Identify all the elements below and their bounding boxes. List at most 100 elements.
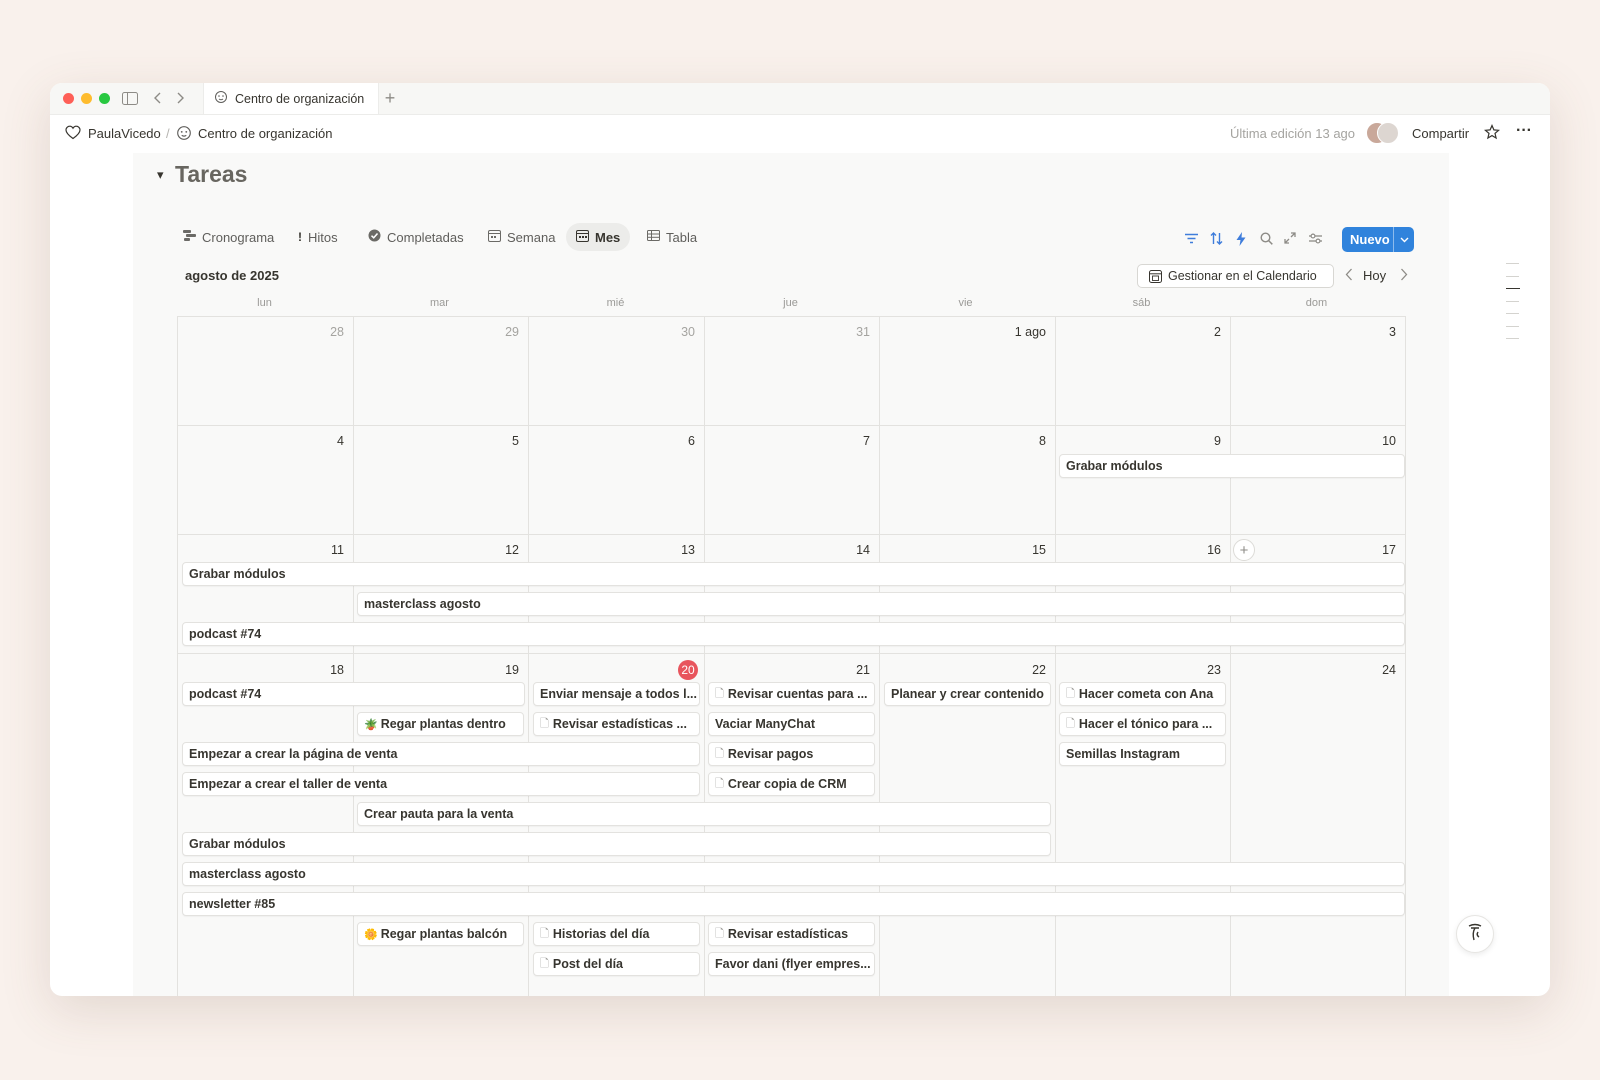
day-number[interactable]: 5 <box>459 434 519 448</box>
outline-marker[interactable] <box>1506 338 1519 339</box>
day-number[interactable]: 7 <box>810 434 870 448</box>
tab-mes[interactable]: Mes <box>566 223 631 251</box>
sort-icon[interactable] <box>1210 232 1223 248</box>
calendar-event[interactable]: Empezar a crear el taller de venta <box>182 772 700 796</box>
star-icon[interactable] <box>1483 123 1501 143</box>
tab-cronograma[interactable]: Cronograma <box>173 223 284 251</box>
new-button[interactable]: Nuevo <box>1342 227 1414 252</box>
outline-marker[interactable] <box>1506 263 1519 264</box>
day-number[interactable]: 15 <box>986 543 1046 557</box>
new-tab-button[interactable]: + <box>380 88 400 108</box>
tab-completadas[interactable]: Completadas <box>358 223 474 251</box>
day-number[interactable]: 29 <box>459 325 519 339</box>
chevron-down-icon[interactable] <box>1393 227 1414 252</box>
sidebar-toggle-icon[interactable] <box>120 88 140 108</box>
calendar-event[interactable]: 🗋 Revisar estadísticas <box>708 922 875 946</box>
today-indicator[interactable]: 20 <box>678 660 698 680</box>
calendar-event[interactable]: Grabar módulos <box>182 832 1051 856</box>
calendar-event[interactable]: Vaciar ManyChat <box>708 712 875 736</box>
day-number[interactable]: 10 <box>1336 434 1396 448</box>
calendar-event[interactable]: Grabar módulos <box>1059 454 1405 478</box>
calendar-event[interactable]: 🪴 Regar plantas dentro <box>357 712 524 736</box>
calendar-event[interactable]: Favor dani (flyer empres... <box>708 952 875 976</box>
calendar-event[interactable]: Empezar a crear la página de venta <box>182 742 700 766</box>
day-number[interactable]: 4 <box>284 434 344 448</box>
calendar-event[interactable]: Planear y crear contenido <box>884 682 1051 706</box>
day-number[interactable]: 11 <box>284 543 344 557</box>
ai-assistant-button[interactable] <box>1456 915 1494 953</box>
day-number[interactable]: 9 <box>1161 434 1221 448</box>
document-icon: 🗋 <box>715 927 724 940</box>
forward-icon[interactable] <box>171 88 191 108</box>
minimize-window-button[interactable] <box>81 93 92 104</box>
calendar-event[interactable]: masterclass agosto <box>182 862 1405 886</box>
calendar-event[interactable]: Semillas Instagram <box>1059 742 1226 766</box>
chevron-right-icon[interactable] <box>1400 268 1408 286</box>
share-button[interactable]: Compartir <box>1412 126 1469 141</box>
calendar-event[interactable]: Crear pauta para la venta <box>357 802 1051 826</box>
chevron-left-icon[interactable] <box>1345 268 1353 286</box>
browser-tab[interactable]: Centro de organización <box>203 83 379 114</box>
day-number[interactable]: 6 <box>635 434 695 448</box>
breadcrumb-page[interactable]: Centro de organización <box>198 126 332 141</box>
calendar-event[interactable]: Grabar módulos <box>182 562 1405 586</box>
outline-marker[interactable] <box>1506 288 1520 289</box>
search-icon[interactable] <box>1260 232 1273 248</box>
day-number[interactable]: 18 <box>284 663 344 677</box>
maximize-window-button[interactable] <box>99 93 110 104</box>
day-number[interactable]: 31 <box>810 325 870 339</box>
day-number[interactable]: 24 <box>1336 663 1396 677</box>
day-number[interactable]: 1 ago <box>986 325 1046 339</box>
avatar[interactable] <box>1377 122 1399 144</box>
breadcrumb-workspace[interactable]: PaulaVicedo <box>88 126 161 141</box>
day-number[interactable]: 22 <box>986 663 1046 677</box>
section-toggle-icon[interactable]: ▾ <box>157 167 164 183</box>
day-number[interactable]: 23 <box>1161 663 1221 677</box>
day-number[interactable]: 19 <box>459 663 519 677</box>
calendar-event[interactable]: 🗋 Hacer cometa con Ana <box>1059 682 1226 706</box>
tab-hitos[interactable]: ! Hitos <box>288 223 348 251</box>
day-number[interactable]: 17 <box>1336 543 1396 557</box>
day-number[interactable]: 12 <box>459 543 519 557</box>
day-number[interactable]: 8 <box>986 434 1046 448</box>
calendar-event[interactable]: Enviar mensaje a todos l... <box>533 682 700 706</box>
tab-semana[interactable]: Semana <box>478 223 565 251</box>
day-number[interactable]: 28 <box>284 325 344 339</box>
calendar-event[interactable]: podcast #74 <box>182 622 1405 646</box>
calendar-event[interactable]: podcast #74 <box>182 682 525 706</box>
outline-marker[interactable] <box>1506 301 1519 302</box>
add-event-button[interactable]: + <box>1233 539 1255 561</box>
day-number[interactable]: 16 <box>1161 543 1221 557</box>
back-icon[interactable] <box>147 88 167 108</box>
calendar-event[interactable]: 🗋 Revisar estadísticas ... <box>533 712 700 736</box>
automation-icon[interactable] <box>1236 232 1246 249</box>
day-number[interactable]: 2 <box>1161 325 1221 339</box>
event-label: Regar plantas balcón <box>380 927 508 941</box>
more-options-button[interactable]: ··· <box>1516 122 1532 140</box>
calendar-event[interactable]: masterclass agosto <box>357 592 1405 616</box>
day-number[interactable]: 14 <box>810 543 870 557</box>
today-button[interactable]: Hoy <box>1363 268 1386 283</box>
calendar-event[interactable]: 🌼 Regar plantas balcón <box>357 922 524 946</box>
calendar-event[interactable]: 🗋 Post del día <box>533 952 700 976</box>
filter-icon[interactable] <box>1185 233 1198 247</box>
day-number[interactable]: 21 <box>810 663 870 677</box>
calendar-event[interactable]: 🗋 Hacer el tónico para ... <box>1059 712 1226 736</box>
outline-marker[interactable] <box>1506 326 1519 327</box>
tab-tabla[interactable]: Tabla <box>637 223 707 251</box>
day-number[interactable]: 3 <box>1336 325 1396 339</box>
expand-icon[interactable] <box>1284 232 1296 247</box>
manage-calendar-button[interactable]: Gestionar en el Calendario <box>1137 264 1334 288</box>
calendar-event[interactable]: 🗋 Revisar cuentas para ... <box>708 682 875 706</box>
settings-sliders-icon[interactable] <box>1309 233 1322 247</box>
day-number[interactable]: 13 <box>635 543 695 557</box>
outline-marker[interactable] <box>1506 276 1519 277</box>
outline-marker[interactable] <box>1506 313 1519 314</box>
close-window-button[interactable] <box>63 93 74 104</box>
document-icon: 🗋 <box>715 687 724 700</box>
day-number[interactable]: 30 <box>635 325 695 339</box>
calendar-event[interactable]: 🗋 Historias del día <box>533 922 700 946</box>
calendar-event[interactable]: 🗋 Revisar pagos <box>708 742 875 766</box>
calendar-event[interactable]: newsletter #85 <box>182 892 1405 916</box>
calendar-event[interactable]: 🗋 Crear copia de CRM <box>708 772 875 796</box>
